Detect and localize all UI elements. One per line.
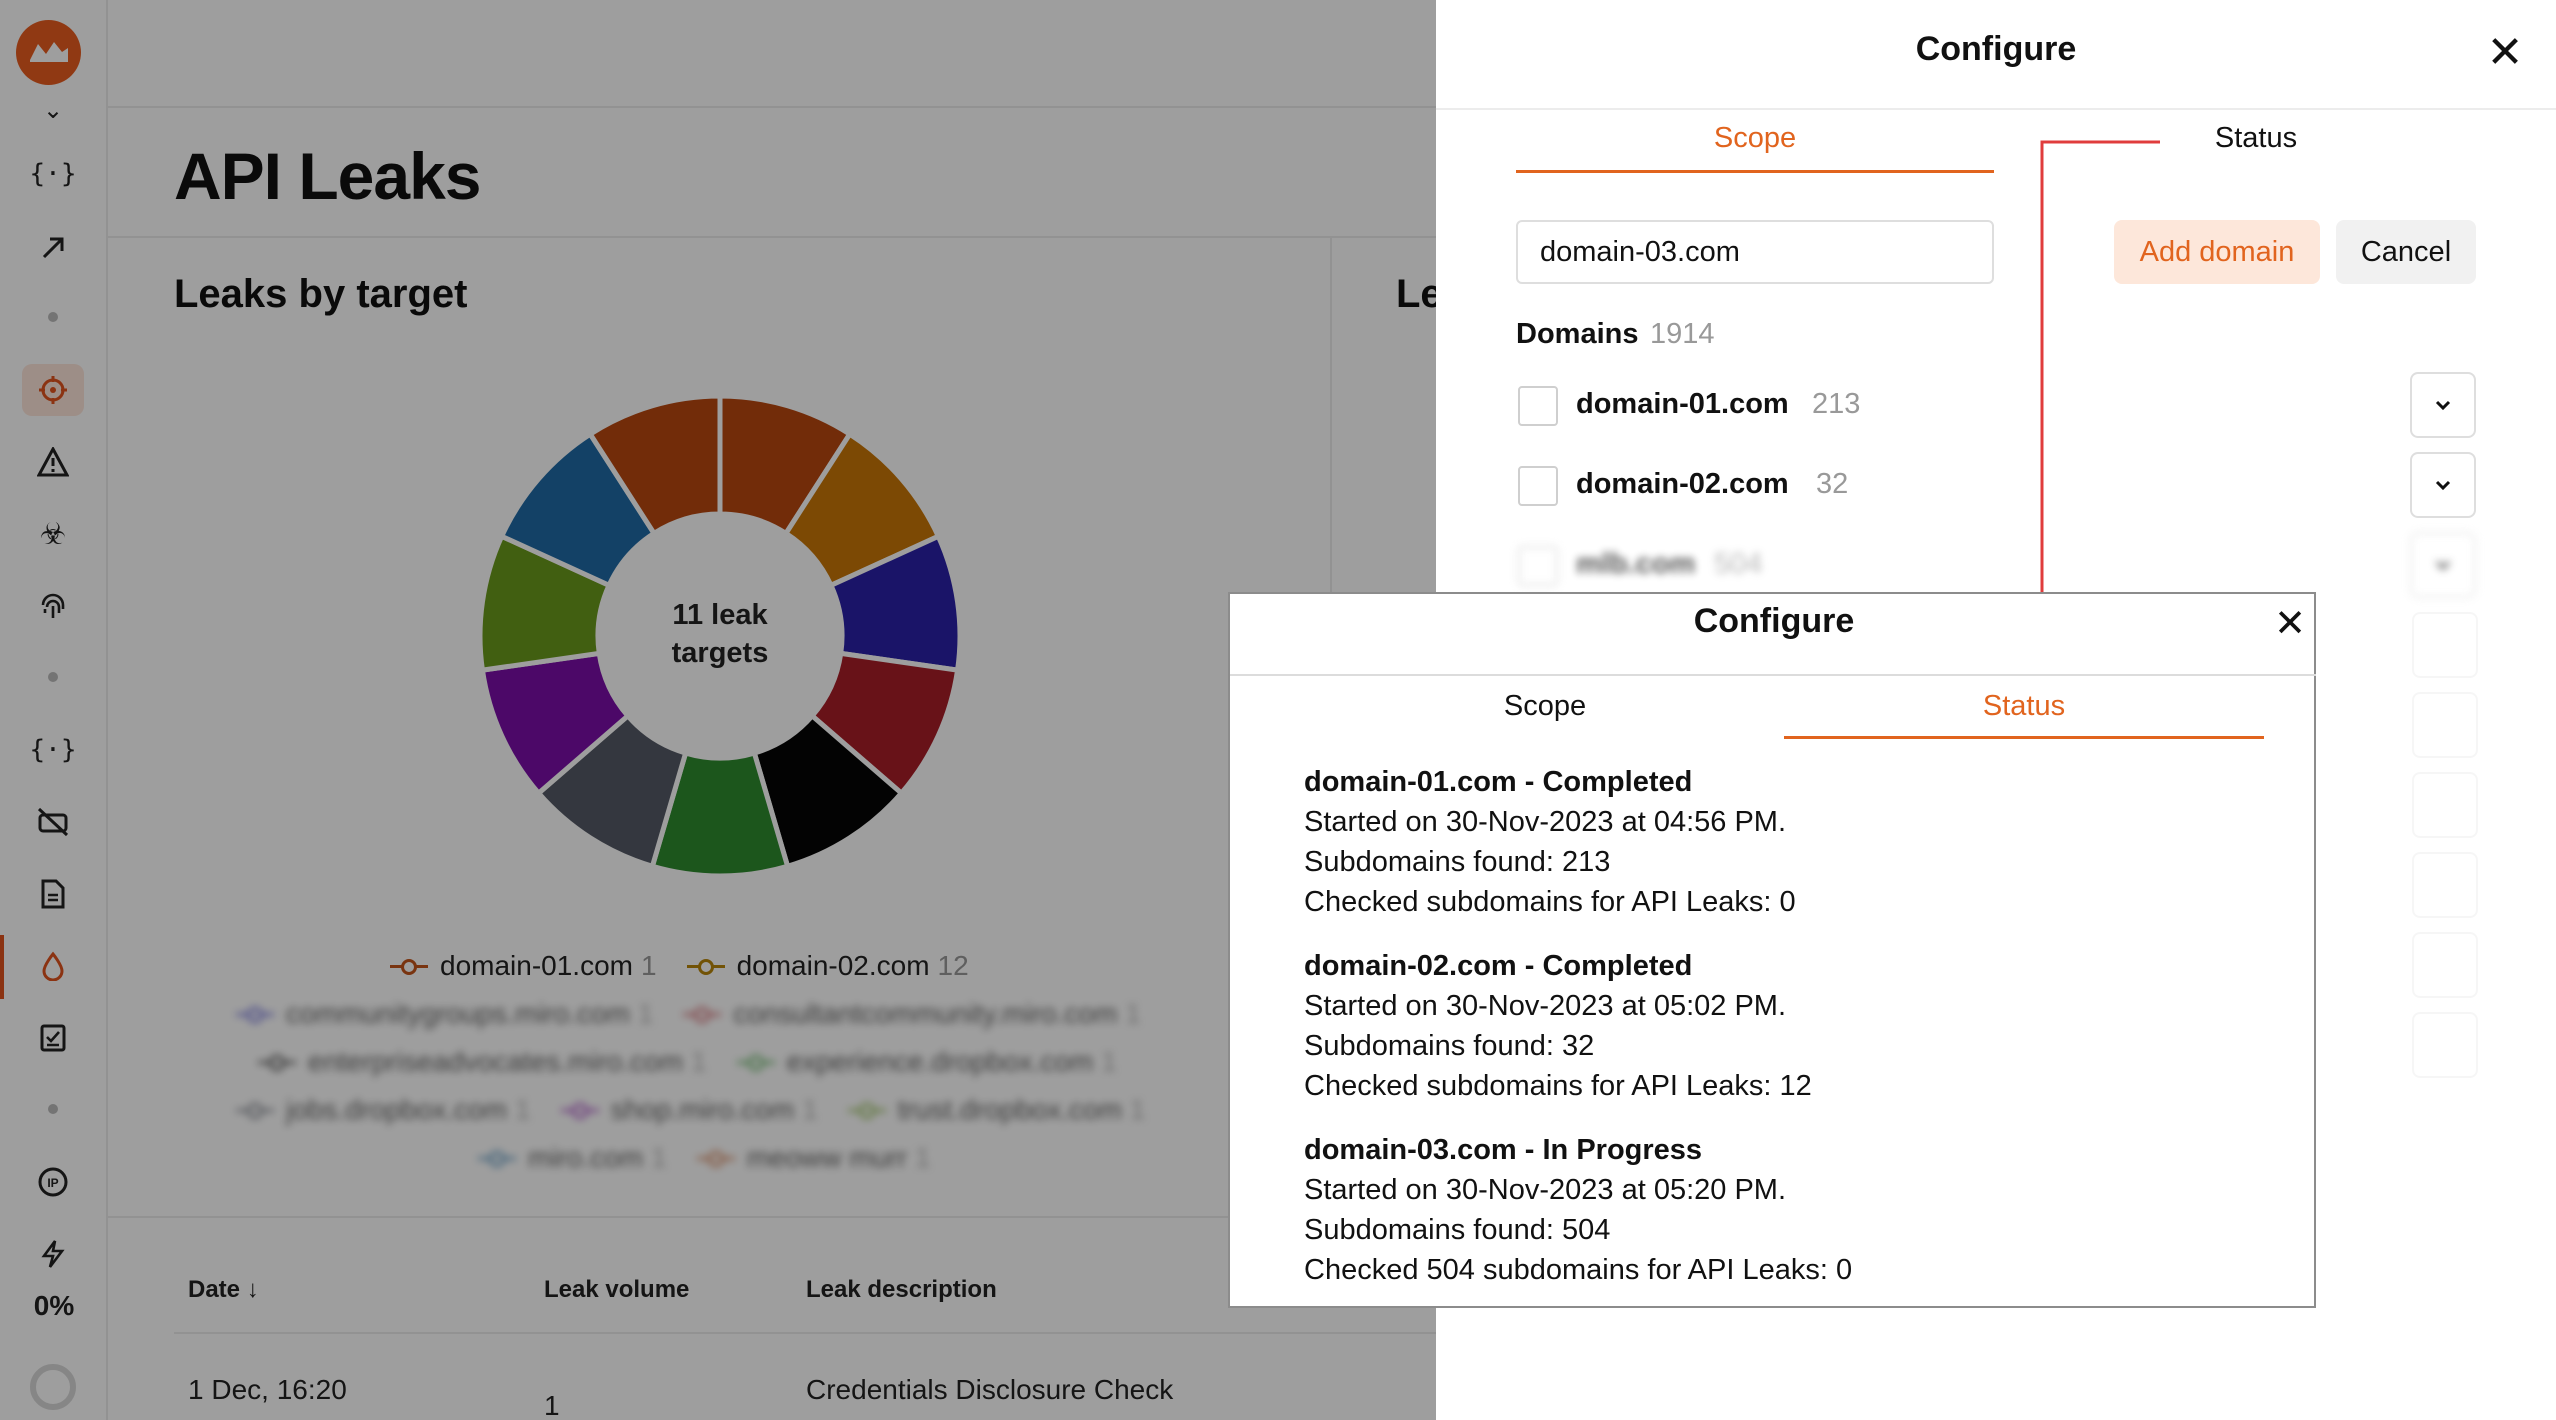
- status-started: Started on 30-Nov-2023 at 05:20 PM.: [1304, 1174, 1787, 1206]
- status-title: domain-02.com - Completed: [1304, 950, 1693, 982]
- chevron-down-icon[interactable]: [2412, 772, 2478, 838]
- domain-name: mlb.com: [1576, 548, 1696, 580]
- popup-title: Configure: [1693, 602, 1855, 640]
- chevron-down-icon[interactable]: [2410, 452, 2476, 518]
- chevron-down-icon[interactable]: [2412, 1012, 2478, 1078]
- domains-count: 1914: [1650, 318, 1715, 350]
- domains-heading: Domains: [1516, 318, 1639, 350]
- status-entry: domain-02.com - Completed Started on 30-…: [1304, 946, 2264, 1106]
- tab-status[interactable]: Status: [1784, 690, 2264, 723]
- status-checked: Checked subdomains for API Leaks: 12: [1304, 1070, 1812, 1102]
- close-icon[interactable]: ✕: [2270, 604, 2310, 644]
- chevron-down-icon[interactable]: [2410, 372, 2476, 438]
- status-started: Started on 30-Nov-2023 at 05:02 PM.: [1304, 990, 1787, 1022]
- status-found: Subdomains found: 32: [1304, 1030, 1595, 1062]
- tab-scope[interactable]: Scope: [1230, 690, 1860, 723]
- tab-scope[interactable]: Scope: [1516, 122, 1994, 155]
- status-found: Subdomains found: 213: [1304, 846, 1611, 878]
- divider: [1436, 108, 2556, 110]
- domain-checkbox[interactable]: [1518, 546, 1558, 586]
- chevron-down-icon[interactable]: [2412, 612, 2478, 678]
- status-found: Subdomains found: 504: [1304, 1214, 1611, 1246]
- domain-input[interactable]: [1516, 220, 1994, 284]
- modal-backdrop[interactable]: [0, 0, 1436, 1420]
- annotation-arrow: [2034, 140, 2160, 658]
- chevron-down-icon[interactable]: [2410, 532, 2476, 598]
- chevron-down-icon[interactable]: [2412, 932, 2478, 998]
- status-checked: Checked 504 subdomains for API Leaks: 0: [1304, 1254, 1853, 1286]
- panel-title: Configure: [1915, 30, 2077, 68]
- domain-checkbox[interactable]: [1518, 466, 1558, 506]
- status-title: domain-01.com - Completed: [1304, 766, 1693, 798]
- domain-checkbox[interactable]: [1518, 386, 1558, 426]
- domain-name: domain-01.com: [1576, 388, 1789, 420]
- tab-active-underline: [1516, 170, 1994, 173]
- chevron-down-icon[interactable]: [2412, 692, 2478, 758]
- status-checked: Checked subdomains for API Leaks: 0: [1304, 886, 1796, 918]
- tab-active-underline: [1784, 736, 2264, 739]
- close-icon[interactable]: ✕: [2482, 30, 2528, 76]
- status-popup: Configure ✕ Scope Status domain-01.com -…: [1228, 592, 2316, 1308]
- domain-name: domain-02.com: [1576, 468, 1789, 500]
- cancel-button[interactable]: Cancel: [2336, 220, 2476, 284]
- status-started: Started on 30-Nov-2023 at 04:56 PM.: [1304, 806, 1787, 838]
- status-entry: domain-01.com - Completed Started on 30-…: [1304, 762, 2264, 922]
- status-title: domain-03.com - In Progress: [1304, 1134, 1703, 1166]
- domain-count: 213: [1812, 388, 1861, 420]
- status-entry: domain-03.com - In Progress Started on 3…: [1304, 1130, 2264, 1290]
- domain-count: 32: [1816, 468, 1849, 500]
- domain-row: domain-02.com 32: [1518, 452, 2478, 518]
- domain-count: 504: [1714, 548, 1763, 580]
- chevron-down-icon[interactable]: [2412, 852, 2478, 918]
- domain-row: domain-01.com 213: [1518, 372, 2478, 438]
- domain-row: mlb.com 504: [1518, 532, 2478, 598]
- divider: [1230, 674, 2316, 676]
